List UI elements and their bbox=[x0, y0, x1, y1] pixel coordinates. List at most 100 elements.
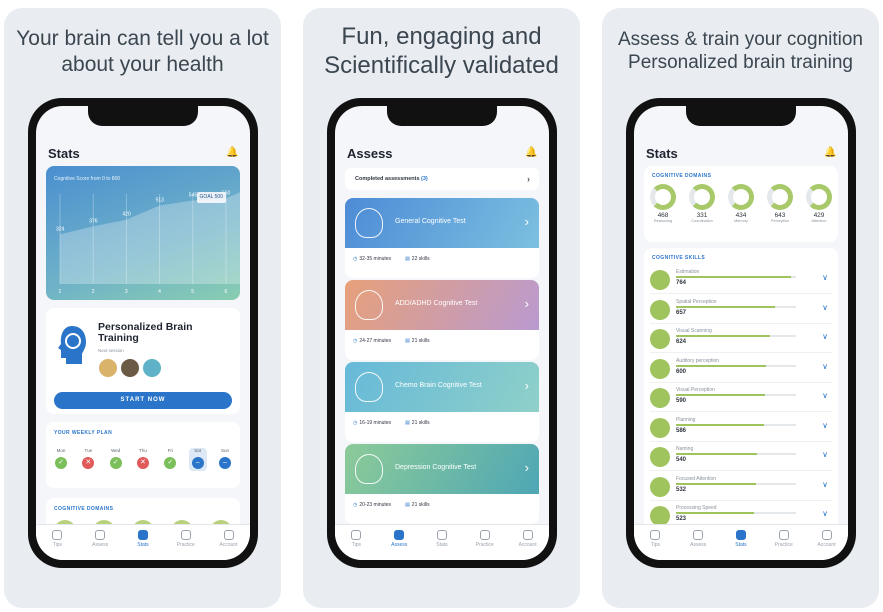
test-card[interactable]: ADD/ADHD Cognitive Test › ◷ 24-27 minutes ▤ 2… bbox=[345, 280, 539, 360]
test-name: General Cognitive Test bbox=[395, 218, 466, 225]
tab-account[interactable]: Account bbox=[510, 530, 546, 548]
tab-tips[interactable]: Tips bbox=[338, 530, 374, 548]
skill-bar bbox=[676, 423, 796, 426]
skill-score: 540 bbox=[676, 457, 687, 463]
game-thumbnail[interactable] bbox=[120, 358, 140, 378]
skill-row[interactable]: Naming 540 ∨ bbox=[650, 443, 832, 471]
tab-tips[interactable]: Tips bbox=[39, 530, 75, 548]
plan-day[interactable]: Fri ✓ bbox=[161, 448, 179, 471]
phone-frame: Stats 🔔 Cognitive Score from 0 to 800 GO… bbox=[28, 98, 258, 568]
tab-stats[interactable]: Stats bbox=[723, 530, 759, 548]
test-banner: Chemo Brain Cognitive Test › bbox=[345, 362, 539, 412]
tab-practice[interactable]: Practice bbox=[467, 530, 503, 548]
domain-score: 429 bbox=[813, 212, 825, 219]
test-meta: ◷ 20-23 minutes ▤ 21 skills bbox=[353, 502, 430, 508]
skill-bar bbox=[676, 482, 796, 485]
plan-day[interactable]: Wed ✓ bbox=[107, 448, 125, 471]
tab-label: Tips bbox=[52, 542, 63, 548]
duration-text: 20-23 minutes bbox=[359, 502, 392, 508]
plan-day[interactable]: Sat – bbox=[188, 448, 207, 471]
test-duration: ◷ 24-27 minutes bbox=[353, 338, 391, 344]
tab-label: Account bbox=[219, 542, 238, 548]
skill-name: Estimation bbox=[676, 269, 700, 275]
tab-assess[interactable]: Assess bbox=[680, 530, 716, 548]
domain-label: Perception bbox=[770, 219, 790, 223]
game-thumbnail[interactable] bbox=[142, 358, 162, 378]
game-thumbnail[interactable] bbox=[98, 358, 118, 378]
app-header: Stats 🔔 bbox=[646, 144, 836, 162]
x-tick-label: 6 bbox=[225, 289, 228, 295]
plan-day[interactable]: Thu ✕ bbox=[134, 448, 152, 471]
domain-label: Reasoning bbox=[653, 219, 673, 223]
skill-row[interactable]: Visual Perception 590 ∨ bbox=[650, 384, 832, 412]
skills-icon: ▤ bbox=[405, 256, 410, 262]
brain-program-card: Personalized Brain Training Next session… bbox=[46, 308, 240, 414]
bell-icon[interactable]: 🔔 bbox=[525, 147, 537, 159]
x-tick-label: 1 bbox=[59, 289, 62, 295]
score-data-label: 560 bbox=[222, 190, 231, 196]
tab-bar: Tips Assess Stats Practice Account bbox=[36, 524, 250, 560]
day-label: Thu bbox=[139, 448, 147, 453]
score-data-label: 376 bbox=[89, 218, 98, 224]
domain-label: Coordination bbox=[691, 219, 713, 223]
skill-row[interactable]: Focused Attention 532 ∨ bbox=[650, 473, 832, 501]
tab-stats[interactable]: Stats bbox=[424, 530, 460, 548]
test-name: ADD/ADHD Cognitive Test bbox=[395, 300, 478, 307]
test-card[interactable]: Chemo Brain Cognitive Test › ◷ 16-19 minute… bbox=[345, 362, 539, 442]
skill-name: Processing Speed bbox=[676, 505, 717, 511]
skill-row[interactable]: Auditory perception 600 ∨ bbox=[650, 355, 832, 383]
score-data-label: 513 bbox=[156, 197, 165, 203]
domain-ring-item[interactable]: 434 Memory bbox=[726, 184, 756, 223]
plan-day[interactable]: Tue ✕ bbox=[79, 448, 97, 471]
skill-row[interactable]: Visual Scanning 624 ∨ bbox=[650, 325, 832, 353]
domain-ring-item[interactable]: 643 Perception bbox=[765, 184, 795, 223]
plan-day[interactable]: Sun – bbox=[216, 448, 234, 471]
domain-ring-item[interactable]: 331 Coordination bbox=[687, 184, 717, 223]
domain-label: Memory bbox=[734, 219, 748, 223]
skill-row[interactable]: Estimation 764 ∨ bbox=[650, 266, 832, 294]
start-now-button[interactable]: START NOW bbox=[54, 392, 232, 409]
stats-icon bbox=[735, 530, 746, 540]
missed-icon: ✕ bbox=[82, 457, 95, 469]
tab-label: Account bbox=[518, 542, 537, 548]
test-card[interactable]: Depression Cognitive Test › ◷ 20-23 minutes… bbox=[345, 444, 539, 524]
screen-title: Assess bbox=[347, 145, 393, 161]
tab-assess[interactable]: Assess bbox=[381, 530, 417, 548]
skill-name: Planning bbox=[676, 416, 696, 423]
skill-icon bbox=[650, 299, 670, 320]
stats-icon bbox=[137, 530, 148, 540]
tab-tips[interactable]: Tips bbox=[637, 530, 673, 548]
domain-ring-item[interactable]: 429 Attention bbox=[804, 184, 834, 223]
plan-day[interactable]: Mon ✓ bbox=[52, 448, 70, 471]
tab-label: Stats bbox=[436, 542, 448, 548]
domain-ring-graphic bbox=[728, 184, 754, 210]
tips-icon bbox=[351, 530, 362, 540]
duration-text: 16-19 minutes bbox=[359, 420, 392, 426]
bell-icon[interactable]: 🔔 bbox=[226, 147, 238, 159]
skill-name: Naming bbox=[676, 446, 694, 452]
bell-icon[interactable]: 🔔 bbox=[824, 147, 836, 159]
missed-icon: ✕ bbox=[136, 457, 149, 469]
skill-row[interactable]: Planning 586 ∨ bbox=[650, 414, 832, 442]
skill-score: 532 bbox=[676, 486, 687, 493]
skill-bar bbox=[676, 335, 796, 337]
phone-notch bbox=[88, 106, 198, 126]
tab-practice[interactable]: Practice bbox=[168, 530, 204, 548]
domain-ring-graphic bbox=[806, 184, 832, 210]
day-label: Fri bbox=[167, 448, 173, 453]
completed-assessments-row[interactable]: Completed assessments (3) › bbox=[345, 168, 539, 190]
tab-stats[interactable]: Stats bbox=[125, 530, 161, 548]
practice-icon bbox=[479, 530, 490, 540]
tab-assess[interactable]: Assess bbox=[82, 530, 118, 548]
tab-account[interactable]: Account bbox=[211, 530, 247, 548]
test-card[interactable]: General Cognitive Test › ◷ 32-35 minutes ▤ 22… bbox=[345, 198, 539, 278]
skill-row[interactable]: Spatial Perception 657 ∨ bbox=[650, 296, 832, 324]
tab-practice[interactable]: Practice bbox=[766, 530, 802, 548]
x-tick-label: 2 bbox=[92, 289, 95, 295]
assess-icon bbox=[394, 530, 405, 540]
domain-ring-item[interactable]: 468 Reasoning bbox=[648, 184, 678, 223]
phone-frame: Assess 🔔 Completed assessments (3) › Gen… bbox=[327, 98, 557, 568]
day-label: Sun bbox=[220, 448, 229, 453]
promo-panel-3: Assess & train your cognition Personaliz… bbox=[602, 8, 879, 608]
tab-account[interactable]: Account bbox=[809, 530, 845, 548]
